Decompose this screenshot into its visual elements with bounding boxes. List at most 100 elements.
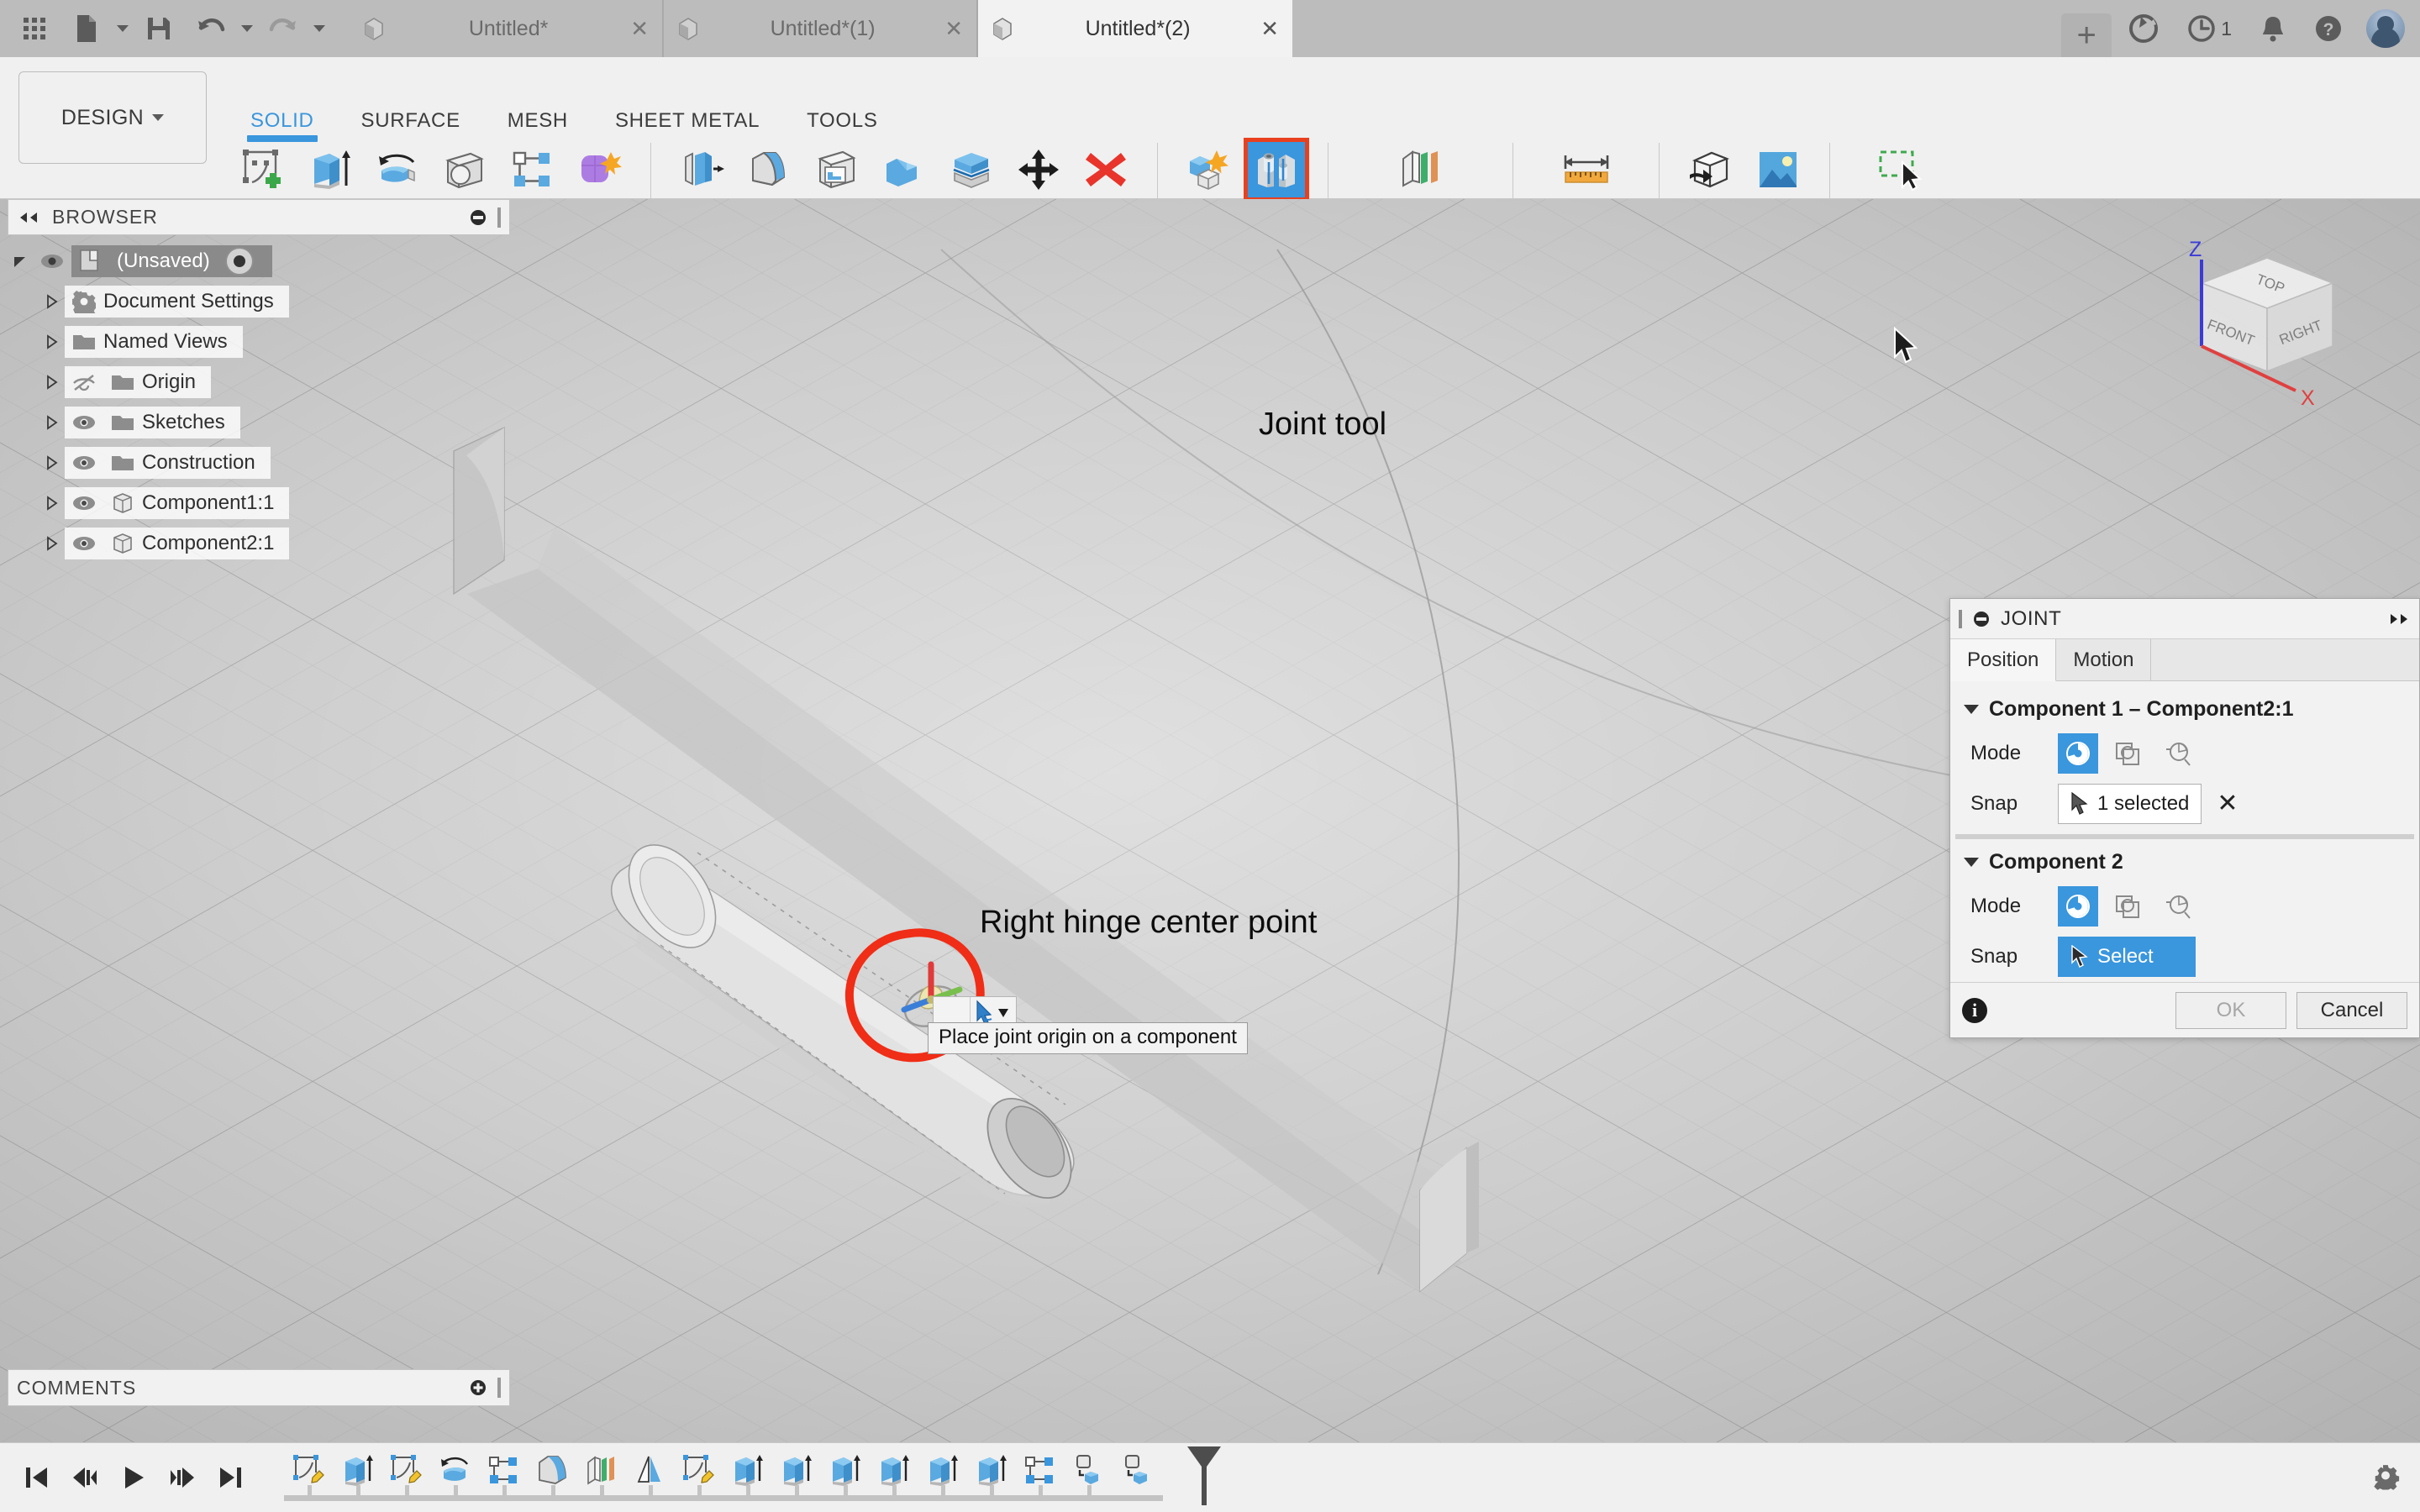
close-icon[interactable]: ✕ <box>944 16 963 42</box>
split-body-icon[interactable] <box>940 139 1002 200</box>
notifications-bell-icon[interactable] <box>2249 0 2297 57</box>
redo-icon[interactable] <box>259 4 308 53</box>
timeline-item-new-component[interactable] <box>1113 1448 1161 1492</box>
expand-arrow-icon[interactable] <box>39 415 65 430</box>
tree-row-component2[interactable]: Component2:1 <box>8 523 512 564</box>
component-2-header[interactable]: Component 2 <box>1964 843 2406 881</box>
measure-icon[interactable] <box>1555 139 1618 200</box>
visibility-eye-icon[interactable] <box>65 535 103 552</box>
minimize-icon[interactable] <box>1972 610 1991 628</box>
tab-position[interactable]: Position <box>1950 639 2057 681</box>
info-icon[interactable]: i <box>1962 997 1987 1023</box>
timeline-rail[interactable] <box>284 1494 1163 1501</box>
expand-arrow-icon[interactable] <box>8 254 33 269</box>
press-pull-icon[interactable] <box>671 139 734 200</box>
add-tab-button[interactable]: + <box>2061 13 2112 57</box>
tree-row-construction[interactable]: Construction <box>8 443 512 483</box>
redo-caret-icon[interactable] <box>311 25 328 32</box>
expand-arrow-icon[interactable] <box>39 375 65 390</box>
document-tab-1[interactable]: Untitled* ✕ <box>350 0 664 57</box>
move-copy-icon[interactable] <box>1007 139 1070 200</box>
go-to-beginning-icon[interactable] <box>18 1457 54 1499</box>
go-to-end-icon[interactable] <box>213 1457 249 1499</box>
viewcube[interactable]: TOP FRONT RIGHT Z X <box>2151 224 2361 426</box>
save-icon[interactable] <box>134 4 183 53</box>
offset-plane-icon[interactable] <box>1389 139 1451 200</box>
job-status-icon[interactable]: 1 <box>2175 0 2244 57</box>
fillet-icon[interactable] <box>739 139 801 200</box>
new-file-caret-icon[interactable] <box>114 25 131 32</box>
tab-solid[interactable]: SOLID <box>227 109 338 142</box>
timeline-track[interactable] <box>284 1443 2420 1512</box>
browser-panel-header[interactable]: BROWSER <box>8 199 510 235</box>
step-back-icon[interactable] <box>67 1457 103 1499</box>
document-tab-2[interactable]: Untitled*(1) ✕ <box>664 0 978 57</box>
two-edge-intersection-mode-icon[interactable] <box>2159 886 2199 927</box>
close-icon[interactable]: ✕ <box>1260 16 1279 42</box>
new-file-icon[interactable] <box>62 4 111 53</box>
visibility-eye-icon[interactable] <box>65 414 103 431</box>
panel-resize-grip[interactable] <box>497 207 501 228</box>
hole-icon[interactable] <box>434 139 496 200</box>
combine-icon[interactable] <box>873 139 935 200</box>
shell-icon[interactable] <box>806 139 868 200</box>
undo-caret-icon[interactable] <box>239 25 255 32</box>
tree-row-sketches[interactable]: Sketches <box>8 402 512 443</box>
expand-arrow-icon[interactable] <box>39 455 65 470</box>
undo-icon[interactable] <box>187 4 235 53</box>
visibility-eye-icon[interactable] <box>65 495 103 512</box>
dialog-drag-grip[interactable] <box>1959 609 1962 628</box>
ok-button[interactable]: OK <box>2175 991 2286 1029</box>
visibility-eye-icon[interactable] <box>33 253 71 270</box>
chevron-down-icon[interactable] <box>1964 857 1979 867</box>
two-edge-intersection-mode-icon[interactable] <box>2159 733 2199 774</box>
component-2-snap-field[interactable]: Select <box>2058 937 2196 977</box>
joint-dialog-titlebar[interactable]: JOINT <box>1950 599 2419 639</box>
expand-arrow-icon[interactable] <box>39 536 65 551</box>
chevron-down-icon[interactable] <box>1964 704 1979 714</box>
between-two-faces-mode-icon[interactable] <box>2108 886 2149 927</box>
collapse-icon[interactable] <box>17 211 39 224</box>
simple-mode-icon[interactable] <box>2058 733 2098 774</box>
tab-surface[interactable]: SURFACE <box>338 109 484 133</box>
pattern-icon[interactable] <box>501 139 563 200</box>
revolve-icon[interactable] <box>366 139 429 200</box>
insert-image-icon[interactable] <box>1747 139 1809 200</box>
visibility-eye-icon[interactable] <box>65 454 103 471</box>
select-window-icon[interactable] <box>1868 139 1930 200</box>
between-two-faces-mode-icon[interactable] <box>2108 733 2149 774</box>
tree-row-origin[interactable]: Origin <box>8 362 512 402</box>
expand-icon[interactable] <box>2389 612 2411 626</box>
extensions-icon[interactable] <box>2117 0 2170 57</box>
root-node-pill[interactable]: (Unsaved) <box>71 245 272 277</box>
minimize-icon[interactable] <box>469 208 487 227</box>
new-component-icon[interactable] <box>1178 139 1240 200</box>
tree-row-root[interactable]: (Unsaved) <box>8 241 512 281</box>
simple-mode-icon[interactable] <box>2058 886 2098 927</box>
component-1-header[interactable]: Component 1 – Component2:1 <box>1964 690 2406 728</box>
create-sketch-icon[interactable] <box>232 139 294 200</box>
comments-panel-header[interactable]: COMMENTS <box>8 1369 510 1406</box>
clear-selection-icon[interactable]: ✕ <box>2217 791 2238 816</box>
panel-resize-grip[interactable] <box>497 1378 501 1398</box>
app-grid-icon[interactable] <box>10 4 59 53</box>
tab-motion[interactable]: Motion <box>2056 639 2152 680</box>
extrude-icon[interactable] <box>299 139 361 200</box>
activate-radio-icon[interactable] <box>224 247 254 276</box>
tree-row-named-views[interactable]: Named Views <box>8 322 512 362</box>
plus-circle-icon[interactable] <box>469 1378 487 1397</box>
help-icon[interactable]: ? <box>2302 0 2354 57</box>
timeline-marker[interactable] <box>1185 1445 1223 1507</box>
3d-viewport[interactable]: BROWSER (Unsaved) Document Settings Name… <box>0 199 2420 1442</box>
design-workspace-menu[interactable]: DESIGN <box>18 71 207 164</box>
visibility-eye-hidden-icon[interactable] <box>65 373 103 391</box>
joint-icon[interactable] <box>1244 138 1309 202</box>
cancel-button[interactable]: Cancel <box>2296 991 2407 1029</box>
expand-arrow-icon[interactable] <box>39 334 65 349</box>
delete-icon[interactable] <box>1075 139 1137 200</box>
form-icon[interactable] <box>568 139 630 200</box>
tab-sheet-metal[interactable]: SHEET METAL <box>592 109 783 133</box>
expand-arrow-icon[interactable] <box>39 294 65 309</box>
play-icon[interactable] <box>116 1457 151 1499</box>
step-forward-icon[interactable] <box>165 1457 200 1499</box>
